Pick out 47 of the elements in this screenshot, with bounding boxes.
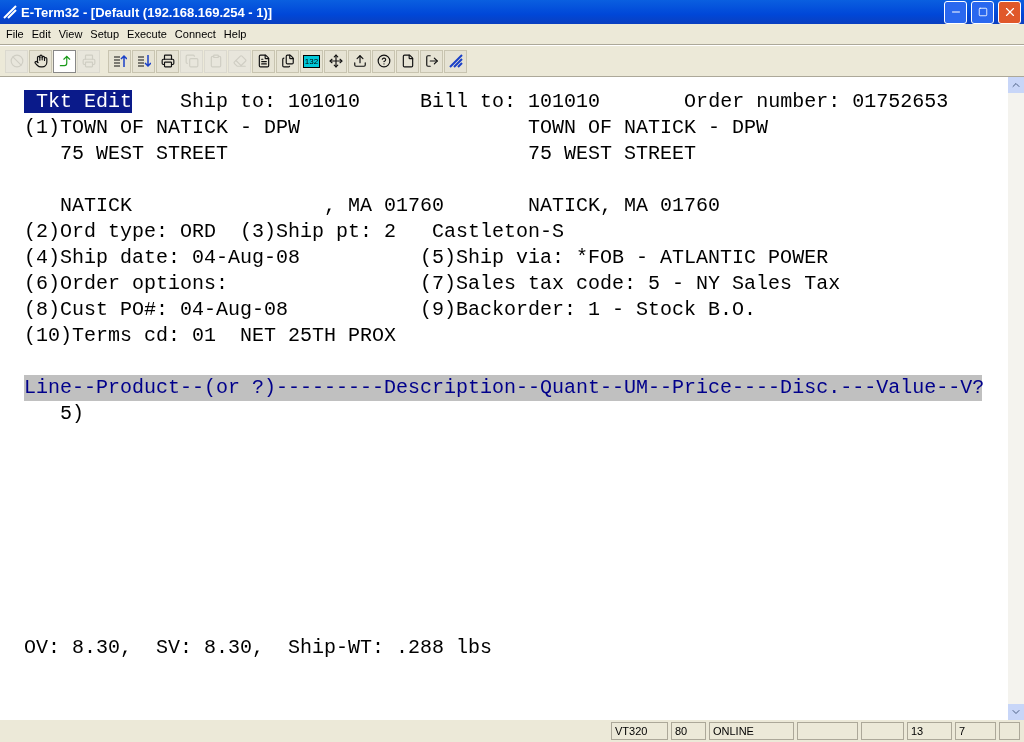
menu-item[interactable]: Help bbox=[219, 28, 251, 40]
close-button[interactable] bbox=[998, 0, 1021, 24]
restore-icon bbox=[977, 7, 988, 17]
documents-icon[interactable] bbox=[276, 49, 299, 73]
terminal-line: (10)Terms cd: 01 NET 25TH PROX bbox=[24, 324, 397, 347]
hand-icon[interactable] bbox=[29, 49, 52, 73]
status-cell: ONLINE bbox=[709, 722, 794, 740]
lines-down-icon[interactable] bbox=[132, 49, 155, 73]
terminal-line: (4)Ship date: 04-Aug-08 (5)Ship via: *FOB - ATLANTIC POWER bbox=[24, 246, 829, 269]
restore-button[interactable] bbox=[971, 0, 994, 24]
app-logo-icon bbox=[3, 5, 17, 19]
terminal-line: Ship to: 101010 Bill to: 101010 Order number: 01752653 bbox=[179, 90, 949, 113]
terminal-line: OV: 8.30, SV: 8.30, Ship-WT: .288 lbs bbox=[24, 636, 493, 659]
status-cell: 7 bbox=[955, 722, 996, 740]
lines-up-icon[interactable] bbox=[108, 49, 131, 73]
document-icon[interactable] bbox=[252, 49, 275, 73]
terminal-line: 75 WEST STREET 75 WEST STREET bbox=[59, 142, 697, 165]
terminal-line: (6)Order options: (7)Sales tax code: 5 - NY Sales Tax bbox=[24, 272, 841, 295]
mode-badge: Tkt Edit bbox=[24, 90, 133, 113]
printer-icon[interactable] bbox=[156, 49, 179, 73]
empty-status-cell bbox=[861, 722, 904, 740]
terminal-line: (2)Ord type: ORD (3)Ship pt: 2 Castleton-S bbox=[24, 220, 565, 243]
minimize-button[interactable] bbox=[944, 0, 967, 24]
terminal-line: (1)TOWN OF NATICK - DPW TOWN OF NATICK - DPW bbox=[24, 116, 769, 139]
window-title: E-Term32 - [Default (192.168.169.254 - 1)] bbox=[21, 4, 274, 20]
status-cell: 13 bbox=[907, 722, 952, 740]
status-cell: 80 bbox=[671, 722, 706, 740]
empty-status-cell bbox=[999, 722, 1020, 740]
exit-icon[interactable] bbox=[420, 49, 443, 73]
menu-item[interactable]: Edit bbox=[27, 28, 55, 40]
menu-item[interactable]: Execute bbox=[123, 28, 171, 40]
tool-icon[interactable]: 132 bbox=[300, 49, 323, 73]
upload-icon[interactable] bbox=[348, 49, 371, 73]
menu-item[interactable]: File bbox=[2, 28, 28, 40]
help-icon[interactable] bbox=[372, 49, 395, 73]
menu-item[interactable]: Setup bbox=[86, 28, 124, 40]
menu-item[interactable]: Connect bbox=[170, 28, 220, 40]
menu-item[interactable]: View bbox=[54, 28, 87, 40]
terminal-line: (8)Cust PO#: 04-Aug-08 (9)Backorder: 1 - Stock B.O. bbox=[24, 298, 757, 321]
move-icon[interactable] bbox=[324, 49, 347, 73]
terminal-line: NATICK , MA 01760 NATICK, MA 01760 bbox=[59, 194, 721, 217]
logo-icon[interactable] bbox=[444, 49, 467, 73]
status-cell: VT320 bbox=[611, 722, 668, 740]
column-header-bar: Line--Product--(or ?)---------Description--Quant--UM--Price----Disc.---Value--V? bbox=[24, 375, 982, 401]
empty-status-cell bbox=[797, 722, 858, 740]
file-icon[interactable] bbox=[396, 49, 419, 73]
terminal-line: 5) bbox=[59, 402, 84, 425]
